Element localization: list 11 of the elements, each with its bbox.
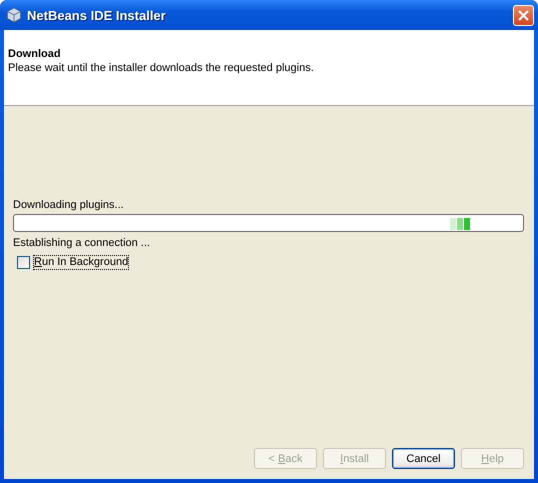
close-button[interactable] <box>513 4 534 26</box>
progress-label: Downloading plugins... <box>13 198 125 212</box>
run-in-background-checkbox[interactable] <box>17 256 30 269</box>
window-title: NetBeans IDE Installer <box>27 8 167 22</box>
cube-icon <box>6 7 22 23</box>
close-icon <box>517 8 530 22</box>
dialog-button[interactable]: Cancel <box>392 448 455 469</box>
step-title: Download <box>8 47 62 61</box>
progress-status: Establishing a connection ... <box>13 236 151 250</box>
step-description: Please wait until the installer downloads the requested plugins. <box>8 61 315 75</box>
checkbox-label[interactable]: Run In Background <box>33 255 130 270</box>
